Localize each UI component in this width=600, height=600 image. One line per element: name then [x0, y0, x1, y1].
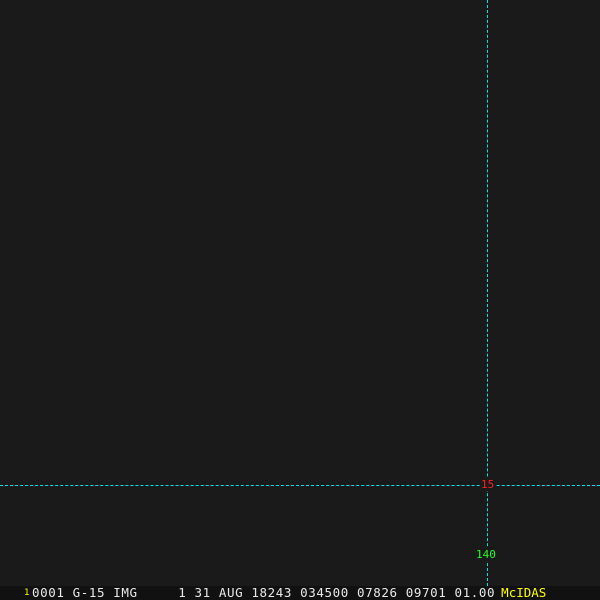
latitude-label: 15: [480, 478, 496, 491]
longitude-gridline: [487, 0, 488, 586]
latitude-gridline: [0, 485, 600, 486]
mcidas-logo: McIDAS: [501, 585, 547, 600]
mcidas-display: 15 140 1 0001 G-15 IMG 1 31 AUG 18243 03…: [0, 0, 600, 600]
longitude-label: 140: [476, 548, 496, 561]
satellite-image[interactable]: 15 140: [0, 0, 600, 586]
frame-number: 1: [24, 588, 30, 598]
image-info: 0001 G-15 IMG 1 31 AUG 18243 034500 0782…: [32, 585, 496, 600]
status-bar: 1 0001 G-15 IMG 1 31 AUG 18243 034500 07…: [0, 586, 600, 600]
